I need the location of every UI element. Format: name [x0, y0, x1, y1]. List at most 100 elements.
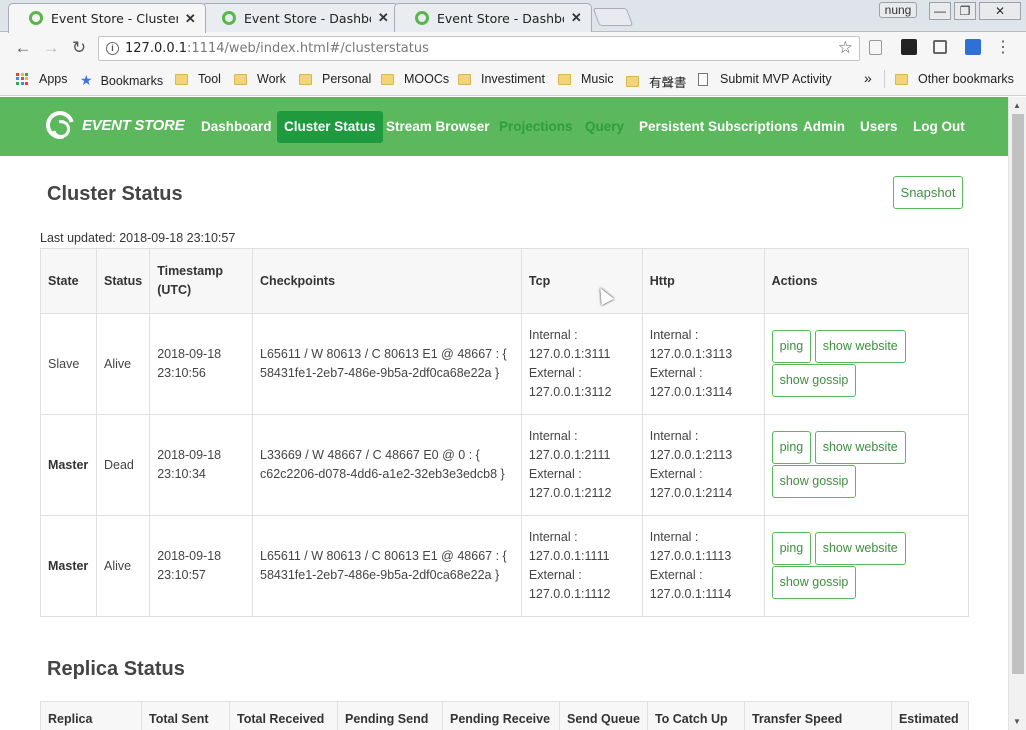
- show-gossip-button[interactable]: show gossip: [771, 566, 857, 599]
- bookmarks-bar: Apps ★ Bookmarks Tool Work Personal MOOC…: [0, 64, 1026, 96]
- folder-icon: [234, 73, 247, 85]
- last-updated-text: Last updated: 2018-09-18 23:10:57: [40, 231, 236, 245]
- bookmark-folder-moocs[interactable]: MOOCs: [381, 72, 449, 86]
- nav-dashboard[interactable]: Dashboard: [194, 111, 279, 143]
- url-text[interactable]: 127.0.0.1:1114/web/index.html#/clusterst…: [125, 41, 429, 56]
- chrome-menu-icon[interactable]: ⋮: [993, 38, 1013, 58]
- tab-dashboard-1[interactable]: Event Store - Dashboard ✕: [201, 3, 399, 32]
- apps-grid-icon: [16, 72, 29, 86]
- tcp-external: External : 127.0.0.1:3112: [528, 366, 612, 399]
- reload-icon[interactable]: ↻: [69, 38, 89, 58]
- close-icon[interactable]: ✕: [184, 11, 197, 27]
- folder-icon: [558, 73, 571, 85]
- folder-icon: [299, 73, 312, 85]
- star-icon: ★: [80, 72, 93, 88]
- bookmark-folder-music[interactable]: Music: [558, 72, 614, 86]
- column-header-http: Http: [641, 248, 765, 314]
- event-store-logo[interactable]: EVENT STORE: [40, 105, 185, 145]
- bookmark-folder-work[interactable]: Work: [234, 72, 286, 86]
- bookmark-submit-mvp[interactable]: Submit MVP Activity: [698, 72, 832, 86]
- bookmark-folder-personal[interactable]: Personal: [299, 72, 371, 86]
- bookmark-apps[interactable]: Apps: [16, 72, 68, 86]
- bookmark-label: Music: [581, 72, 614, 86]
- nav-users[interactable]: Users: [853, 111, 905, 143]
- nav-persistent-subscriptions[interactable]: Persistent Subscriptions: [632, 111, 805, 143]
- table-row: Master Alive 2018-09-18 23:10:57 L65611 …: [40, 515, 970, 617]
- show-website-button[interactable]: show website: [814, 431, 906, 464]
- nav-log-out[interactable]: Log Out: [906, 111, 972, 143]
- new-tab-button[interactable]: [592, 8, 634, 26]
- back-icon[interactable]: ←: [13, 38, 33, 58]
- replica-status-title: Replica Status: [47, 658, 185, 680]
- bookmark-folder-investiment[interactable]: Investiment: [458, 72, 545, 86]
- nav-query[interactable]: Query: [578, 111, 631, 143]
- node-actions: ping show website show gossip: [763, 414, 970, 516]
- site-info-icon[interactable]: i: [106, 42, 119, 55]
- close-icon[interactable]: ✕: [377, 10, 390, 26]
- page-scrollbar[interactable]: ▲ ▼: [1008, 97, 1026, 730]
- bookmark-label: Tool: [198, 72, 221, 86]
- http-internal: Internal : 127.0.0.1:1113: [649, 530, 732, 563]
- column-header-pending-receive: Pending Receive: [442, 701, 560, 730]
- scroll-up-arrow-icon[interactable]: ▲: [1013, 101, 1021, 110]
- forward-icon[interactable]: →: [41, 38, 61, 58]
- nav-cluster-status[interactable]: Cluster Status: [277, 111, 383, 143]
- column-header-to-catch-up: To Catch Up: [646, 701, 745, 730]
- nav-projections[interactable]: Projections: [492, 111, 580, 143]
- tab-title: Event Store - Dashboard: [437, 10, 564, 26]
- show-gossip-button[interactable]: show gossip: [771, 465, 857, 498]
- node-tcp: Internal : 127.0.0.1:3111 External : 127…: [520, 313, 643, 415]
- extension-play-icon[interactable]: [901, 39, 917, 55]
- ping-button[interactable]: ping: [771, 532, 812, 565]
- extension-doc-icon[interactable]: [869, 40, 882, 55]
- show-website-button[interactable]: show website: [814, 532, 906, 565]
- scroll-down-arrow-icon[interactable]: ▼: [1013, 717, 1021, 726]
- bookmark-label: MOOCs: [404, 72, 450, 86]
- node-checkpoints: L65611 / W 80613 / C 80613 E1 @ 48667 : …: [252, 515, 522, 617]
- tab-title: Event Store - Cluster Stat: [51, 11, 178, 26]
- tab-dashboard-2[interactable]: Event Store - Dashboard ✕: [394, 3, 592, 32]
- extension-board-icon[interactable]: [933, 40, 947, 54]
- tab-title: Event Store - Dashboard: [244, 10, 371, 26]
- column-header-replica: Replica: [40, 701, 142, 730]
- bookmarks-overflow-button[interactable]: »: [864, 70, 872, 86]
- tcp-external: External : 127.0.0.1:2112: [528, 467, 612, 500]
- bookmark-folder-tool[interactable]: Tool: [175, 72, 221, 86]
- extension-pocket-icon[interactable]: [965, 39, 981, 55]
- nav-stream-browser[interactable]: Stream Browser: [379, 111, 497, 143]
- nav-admin[interactable]: Admin: [796, 111, 852, 143]
- bookmark-star-icon[interactable]: ☆: [838, 38, 853, 58]
- show-website-button[interactable]: show website: [814, 330, 906, 363]
- node-tcp: Internal : 127.0.0.1:2111 External : 127…: [520, 414, 643, 516]
- show-gossip-button[interactable]: show gossip: [771, 364, 857, 397]
- restore-button[interactable]: ❐: [954, 2, 976, 20]
- column-header-total-received: Total Received: [229, 701, 338, 730]
- node-checkpoints: L33669 / W 48667 / C 48667 E0 @ 0 : { c6…: [252, 414, 522, 516]
- node-http: Internal : 127.0.0.1:2113 External : 127…: [641, 414, 765, 516]
- node-http: Internal : 127.0.0.1:3113 External : 127…: [641, 313, 765, 415]
- event-store-logo-icon: [40, 105, 80, 145]
- bookmark-label: Investiment: [481, 72, 545, 86]
- bookmark-bookmarks[interactable]: ★ Bookmarks: [80, 72, 163, 89]
- tcp-internal: Internal : 127.0.0.1:1111: [528, 530, 610, 563]
- close-icon[interactable]: ✕: [570, 10, 583, 26]
- node-checkpoints: L65611 / W 80613 / C 80613 E1 @ 48667 : …: [252, 313, 522, 415]
- event-store-favicon-icon: [222, 11, 236, 25]
- app-navbar: EVENT STORE Dashboard Cluster Status Str…: [0, 97, 1008, 156]
- folder-icon: [895, 73, 908, 85]
- node-timestamp: 2018-09-18 23:10:34: [149, 414, 254, 516]
- minimize-button[interactable]: —: [929, 2, 951, 20]
- node-state: Master: [40, 515, 97, 617]
- scrollbar-thumb[interactable]: [1012, 114, 1024, 674]
- address-bar[interactable]: i 127.0.0.1:1114/web/index.html#/cluster…: [98, 36, 860, 61]
- http-internal: Internal : 127.0.0.1:3113: [649, 328, 733, 361]
- bookmark-other[interactable]: Other bookmarks: [895, 72, 1014, 86]
- bookmark-folder-audiobooks[interactable]: 有聲書: [626, 72, 687, 91]
- ping-button[interactable]: ping: [771, 431, 812, 464]
- snapshot-button[interactable]: Snapshot: [893, 176, 963, 209]
- ping-button[interactable]: ping: [771, 330, 812, 363]
- tab-cluster-status[interactable]: Event Store - Cluster Stat ✕: [8, 3, 206, 33]
- window-close-button[interactable]: ✕: [979, 2, 1021, 20]
- profile-button[interactable]: nung: [879, 2, 917, 18]
- folder-icon: [175, 73, 188, 85]
